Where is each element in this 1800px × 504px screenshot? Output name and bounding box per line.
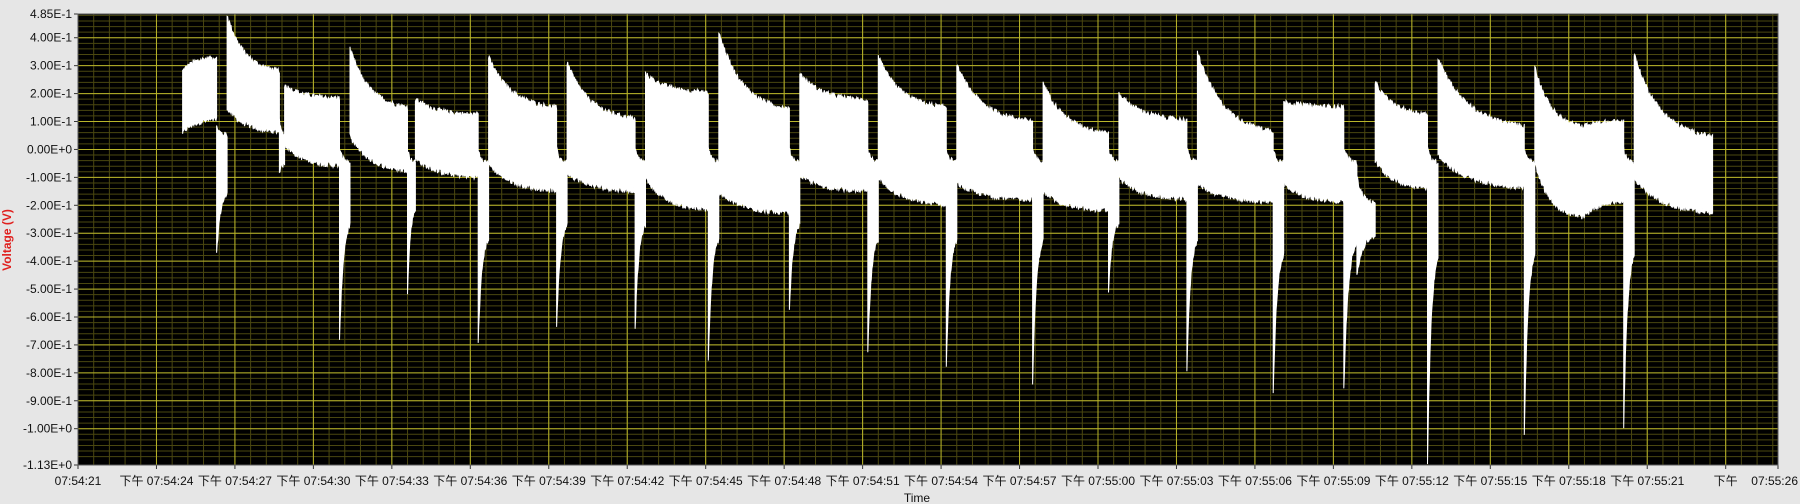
x-tick-label: 07:55:26 xyxy=(1751,474,1798,488)
y-tick-label: -3.00E-1 xyxy=(26,226,72,240)
y-tick-label: -1.13E+0 xyxy=(23,458,72,472)
y-tick-label: 1.00E-1 xyxy=(30,115,72,129)
y-tick-label: -5.00E-1 xyxy=(26,282,72,296)
y-tick-label: -1.00E-1 xyxy=(26,170,72,184)
x-tick-label: 下午 07:54:33 xyxy=(355,474,429,488)
voltage-time-chart: 4.85E-1 4.00E-1 3.00E-1 2.00E-1 1.00E-1 0.00E… xyxy=(0,7,1798,504)
y-tick-label: -6.00E-1 xyxy=(26,310,72,324)
x-tick-label: 下午 07:54:39 xyxy=(512,474,586,488)
waveform-graph: 4.85E-1 4.00E-1 3.00E-1 2.00E-1 1.00E-1 0.00E… xyxy=(0,0,1800,504)
x-tick-label: 下午 07:55:03 xyxy=(1139,474,1213,488)
y-tick-label: 2.00E-1 xyxy=(30,87,72,101)
x-tick-label: 下午 07:55:00 xyxy=(1061,474,1135,488)
x-tick-label: 下午 07:54:54 xyxy=(904,474,978,488)
x-tick-label: 下午 07:55:12 xyxy=(1375,474,1449,488)
y-tick-label: 4.85E-1 xyxy=(30,7,72,21)
x-tick-label: 下午 07:54:48 xyxy=(747,474,821,488)
x-tick-label: 下午 07:54:45 xyxy=(669,474,743,488)
x-tick-label: 下午 07:54:24 xyxy=(119,474,193,488)
x-tick-label: 下午 07:54:51 xyxy=(826,474,900,488)
trace-segment xyxy=(645,71,709,212)
x-tick-label: 下午 07:54:30 xyxy=(276,474,350,488)
x-tick-label: 下午 07:55:09 xyxy=(1296,474,1370,488)
y-tick-label: -2.00E-1 xyxy=(26,198,72,212)
y-axis-ticks: 4.85E-1 4.00E-1 3.00E-1 2.00E-1 1.00E-1 0.00E… xyxy=(23,7,78,472)
y-tick-label: -1.00E+0 xyxy=(23,422,72,436)
x-tick-label: 下午 07:54:36 xyxy=(433,474,507,488)
y-tick-label: -7.00E-1 xyxy=(26,338,72,352)
y-tick-label: -9.00E-1 xyxy=(26,394,72,408)
y-axis-title: Voltage (V) xyxy=(0,209,14,271)
x-axis-ticks: 07:54:21 下午 07:54:24 下午 07:54:27 下午 07:54:3… xyxy=(55,465,1798,488)
x-axis-title: Time xyxy=(904,491,931,504)
x-tick-label: 下午 xyxy=(1714,474,1738,488)
trace-segment xyxy=(1283,98,1345,204)
x-tick-label: 下午 07:54:42 xyxy=(590,474,664,488)
y-tick-label: 4.00E-1 xyxy=(30,31,72,45)
y-tick-label: 0.00E+0 xyxy=(27,142,72,156)
x-tick-label: 下午 07:55:15 xyxy=(1453,474,1527,488)
y-tick-label: -4.00E-1 xyxy=(26,254,72,268)
x-tick-label: 07:54:21 xyxy=(55,474,102,488)
plot-area[interactable] xyxy=(78,14,1778,465)
x-tick-label: 下午 07:54:27 xyxy=(198,474,272,488)
x-tick-label: 下午 07:54:57 xyxy=(983,474,1057,488)
x-tick-label: 下午 07:55:06 xyxy=(1218,474,1292,488)
y-tick-label: -8.00E-1 xyxy=(26,366,72,380)
x-tick-label: 下午 07:55:21 xyxy=(1610,474,1684,488)
y-tick-label: 3.00E-1 xyxy=(30,59,72,73)
x-tick-label: 下午 07:55:18 xyxy=(1532,474,1606,488)
